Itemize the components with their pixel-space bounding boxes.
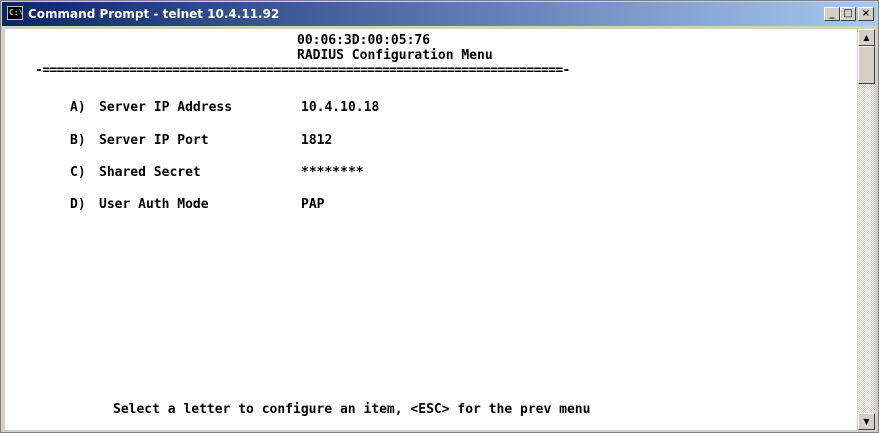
menu-item-label-server-ip-port: Server IP Port — [99, 133, 209, 148]
scroll-thumb[interactable] — [858, 46, 875, 84]
scroll-down-button[interactable]: ▼ — [858, 413, 875, 430]
menu-item-value-server-ip-address: 10.4.10.18 — [301, 100, 380, 115]
menu-item-label-user-auth-mode: User Auth Mode — [99, 197, 209, 212]
menu-item-label-server-ip-address: Server IP Address — [99, 100, 233, 115]
menu-item-value-shared-secret: ******** — [301, 165, 364, 180]
cmd-icon[interactable]: C:\ — [7, 6, 23, 20]
menu-item-value-user-auth-mode: PAP — [301, 197, 325, 212]
menu-item-key-a: A) — [70, 100, 86, 115]
window-title: Command Prompt - telnet 10.4.11.92 — [28, 7, 280, 21]
menu-item-key-b: B) — [70, 133, 86, 148]
maximize-button[interactable]: □ — [840, 7, 856, 21]
prompt-text: Select a letter to configure an item, <E… — [113, 402, 591, 417]
mac-address: 00:06:3D:00:05:76 — [297, 33, 431, 48]
scroll-up-button[interactable]: ▲ — [858, 29, 875, 46]
separator-line: -=======================================… — [35, 63, 570, 78]
vertical-scrollbar[interactable]: ▲ ▼ — [858, 29, 875, 430]
close-button[interactable]: × — [858, 7, 874, 21]
menu-item-key-d: D) — [70, 197, 86, 212]
minimize-button[interactable]: _ — [824, 7, 840, 21]
command-prompt-window: C:\ Command Prompt - telnet 10.4.11.92 _… — [0, 0, 879, 433]
title-bar[interactable]: C:\ Command Prompt - telnet 10.4.11.92 _… — [2, 2, 877, 26]
menu-item-value-server-ip-port: 1812 — [301, 133, 333, 148]
console-output[interactable]: 00:06:3D:00:05:76 RADIUS Configuration M… — [5, 29, 857, 430]
menu-item-key-c: C) — [70, 165, 86, 180]
window-controls: _ □ × — [824, 7, 874, 21]
menu-item-label-shared-secret: Shared Secret — [99, 165, 201, 180]
menu-title: RADIUS Configuration Menu — [297, 48, 493, 63]
